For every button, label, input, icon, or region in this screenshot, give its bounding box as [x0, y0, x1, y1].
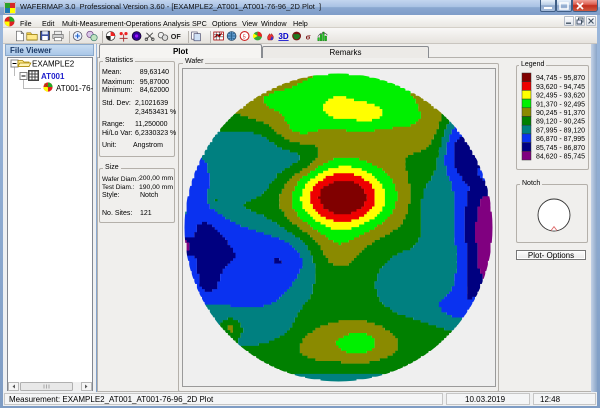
svg-text:89,120 - 90,245: 89,120 - 90,245: [536, 119, 585, 126]
svg-text:84,620 - 85,745: 84,620 - 85,745: [536, 154, 585, 161]
svg-text:93,620 - 94,745: 93,620 - 94,745: [536, 84, 585, 91]
svg-text:86,870 - 87,995: 86,870 - 87,995: [536, 136, 585, 143]
svg-text:87,995 - 89,120: 87,995 - 89,120: [536, 127, 585, 134]
svg-text:94,745 - 95,870: 94,745 - 95,870: [536, 75, 585, 82]
svg-text:85,745 - 86,870: 85,745 - 86,870: [536, 145, 585, 152]
svg-text:92,495 - 93,620: 92,495 - 93,620: [536, 93, 585, 100]
svg-text:91,370 - 92,495: 91,370 - 92,495: [536, 101, 585, 108]
svg-text:90,245 - 91,370: 90,245 - 91,370: [536, 110, 585, 117]
